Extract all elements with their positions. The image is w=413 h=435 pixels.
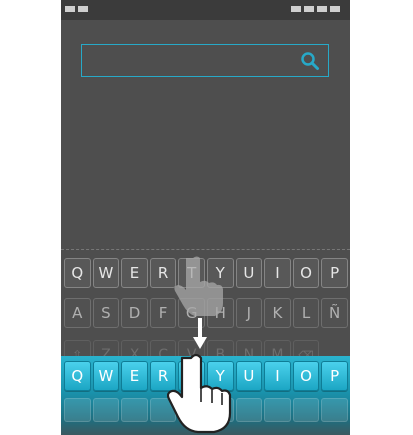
- key-ghost: [64, 398, 91, 422]
- key-d[interactable]: D: [121, 298, 148, 328]
- key-l[interactable]: L: [292, 298, 320, 328]
- key-u-highlighted[interactable]: U: [235, 361, 263, 391]
- key-ghost: [264, 398, 291, 422]
- phone-screen: Q W E R T Y U I O P A S D F G H J K L Ñ …: [61, 0, 350, 435]
- status-bar: [61, 0, 350, 20]
- key-q-highlighted[interactable]: Q: [64, 361, 91, 391]
- key-p[interactable]: P: [321, 258, 348, 288]
- key-ghost: [121, 398, 148, 422]
- key-ghost: [321, 398, 348, 422]
- search-box: [81, 44, 329, 77]
- status-indicator: [330, 6, 340, 12]
- down-arrow-icon: [193, 318, 207, 349]
- status-indicator: [65, 6, 75, 12]
- key-e[interactable]: E: [121, 258, 148, 288]
- key-u[interactable]: U: [235, 258, 263, 288]
- key-i[interactable]: I: [264, 258, 291, 288]
- status-indicator: [304, 6, 314, 12]
- key-q[interactable]: Q: [64, 258, 91, 288]
- key-s[interactable]: S: [92, 298, 120, 328]
- status-indicator: [78, 6, 88, 12]
- key-a[interactable]: A: [64, 298, 91, 328]
- status-indicator: [317, 6, 327, 12]
- key-p-highlighted[interactable]: P: [321, 361, 348, 391]
- key-ghost: [235, 398, 263, 422]
- search-icon: [301, 52, 319, 70]
- key-w[interactable]: W: [92, 258, 120, 288]
- status-indicator: [291, 6, 301, 12]
- key-k[interactable]: K: [264, 298, 291, 328]
- keyboard-divider: [61, 249, 350, 250]
- search-input[interactable]: [82, 45, 292, 76]
- key-j[interactable]: J: [235, 298, 263, 328]
- key-e-highlighted[interactable]: E: [121, 361, 148, 391]
- key-w-highlighted[interactable]: W: [92, 361, 120, 391]
- hand-pointer-icon: [167, 353, 232, 434]
- key-n-tilde[interactable]: Ñ: [321, 298, 348, 328]
- key-ghost: [92, 398, 120, 422]
- hand-pointer-icon-faded: [174, 256, 223, 316]
- key-o-highlighted[interactable]: O: [292, 361, 320, 391]
- key-ghost: [292, 398, 320, 422]
- key-o[interactable]: O: [292, 258, 320, 288]
- key-i-highlighted[interactable]: I: [264, 361, 291, 391]
- search-button[interactable]: [300, 51, 320, 71]
